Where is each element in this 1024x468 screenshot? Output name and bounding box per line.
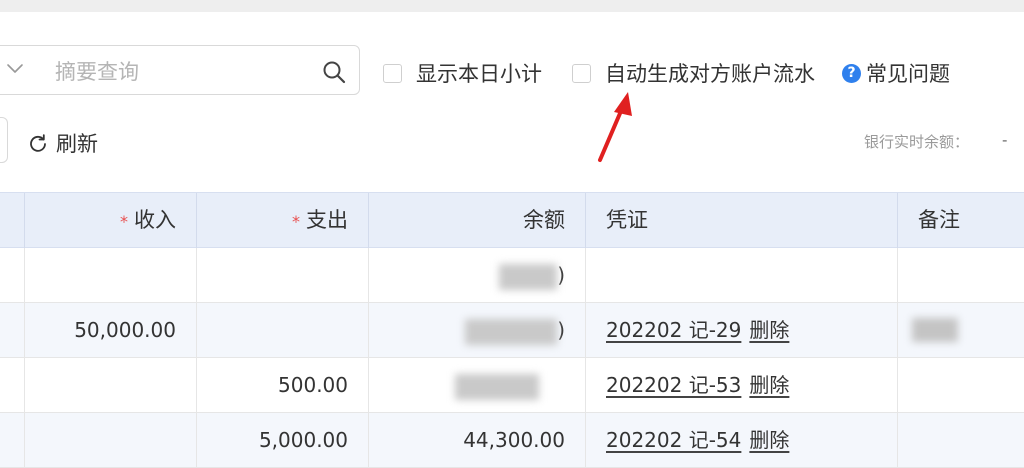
- header-expense[interactable]: * 支出: [196, 193, 368, 249]
- auto-counterparty-label[interactable]: 自动生成对方账户流水: [605, 58, 815, 88]
- redacted-blur: [455, 373, 539, 400]
- refresh-icon: [30, 134, 46, 152]
- header-note-label: 备注: [918, 208, 960, 232]
- header-income-label: 收入: [134, 208, 176, 232]
- bank-balance-label: 银行实时余额：: [864, 133, 970, 151]
- cell-voucher: 202202 记-53 删除: [585, 358, 897, 412]
- cell-expense: [196, 303, 368, 357]
- faq-link[interactable]: ? 常见问题: [842, 58, 950, 88]
- cell-first: [0, 303, 24, 357]
- transactions-table: * 收入 * 支出 余额 凭证 备注 ) 50,000.00 ) 202202 记-…: [0, 192, 1024, 468]
- chevron-down-icon[interactable]: [3, 56, 27, 80]
- cell-income: 50,000.00: [24, 303, 196, 357]
- search-field[interactable]: [0, 45, 360, 95]
- annotation-arrow-icon: [598, 92, 632, 162]
- partial-button[interactable]: [0, 117, 8, 163]
- cell-first: [0, 248, 24, 302]
- balance-value: ): [557, 263, 565, 287]
- header-expense-label: 支出: [306, 208, 348, 232]
- table-row[interactable]: 50,000.00 ) 202202 记-29 删除: [0, 303, 1024, 358]
- header-balance-label: 余额: [523, 208, 565, 232]
- question-icon: ?: [842, 63, 861, 83]
- required-mark: *: [292, 212, 300, 231]
- table-row[interactable]: ): [0, 248, 1024, 303]
- refresh-button[interactable]: 刷新: [28, 126, 98, 160]
- header-balance[interactable]: 余额: [368, 193, 585, 249]
- cell-balance: ): [368, 303, 585, 357]
- cell-voucher: [585, 248, 897, 302]
- bank-balance-value: -: [1002, 131, 1008, 149]
- cell-expense: [196, 248, 368, 302]
- cell-voucher: 202202 记-29 删除: [585, 303, 897, 357]
- table-row[interactable]: 500.00 202202 记-53 删除: [0, 358, 1024, 413]
- redacted-note-blur: [912, 318, 958, 342]
- cell-balance: ): [368, 248, 585, 302]
- cell-income: [24, 248, 196, 302]
- cell-voucher: 202202 记-54 删除: [585, 413, 897, 467]
- header-income[interactable]: * 收入: [24, 193, 196, 249]
- voucher-link[interactable]: 202202 记-53: [606, 373, 741, 397]
- cell-note: [897, 413, 1024, 467]
- checkbox-box[interactable]: [383, 63, 402, 83]
- top-strip: [0, 0, 1024, 12]
- cell-income: [24, 358, 196, 412]
- daily-subtotal-label[interactable]: 显示本日小计: [416, 58, 542, 88]
- cell-income: [24, 413, 196, 467]
- daily-subtotal-checkbox[interactable]: 显示本日小计: [383, 58, 542, 88]
- cell-balance: [368, 358, 585, 412]
- search-icon[interactable]: [321, 59, 347, 85]
- delete-link[interactable]: 删除: [749, 373, 789, 397]
- search-input[interactable]: [53, 58, 297, 86]
- cell-note: [897, 248, 1024, 302]
- header-note[interactable]: 备注: [897, 193, 1024, 249]
- cell-first: [0, 358, 24, 412]
- cell-first: [0, 413, 24, 467]
- balance-value: ): [557, 318, 565, 342]
- voucher-link[interactable]: 202202 记-54: [606, 428, 741, 452]
- delete-link[interactable]: 删除: [749, 318, 789, 342]
- cell-balance: 44,300.00: [368, 413, 585, 467]
- redacted-blur: [499, 263, 558, 290]
- redacted-blur: [465, 318, 558, 345]
- faq-label[interactable]: 常见问题: [866, 58, 950, 88]
- required-mark: *: [120, 212, 128, 231]
- header-cell-first: [0, 193, 24, 249]
- header-voucher[interactable]: 凭证: [585, 193, 897, 249]
- auto-counterparty-checkbox[interactable]: 自动生成对方账户流水: [572, 58, 815, 88]
- checkbox-box[interactable]: [572, 63, 591, 83]
- delete-link[interactable]: 删除: [749, 428, 789, 452]
- cell-expense: 5,000.00: [196, 413, 368, 467]
- voucher-link[interactable]: 202202 记-29: [606, 318, 741, 342]
- cell-expense: 500.00: [196, 358, 368, 412]
- refresh-label: 刷新: [56, 132, 98, 156]
- table-header: * 收入 * 支出 余额 凭证 备注: [0, 192, 1024, 249]
- header-voucher-label: 凭证: [606, 208, 648, 232]
- cell-note: [897, 358, 1024, 412]
